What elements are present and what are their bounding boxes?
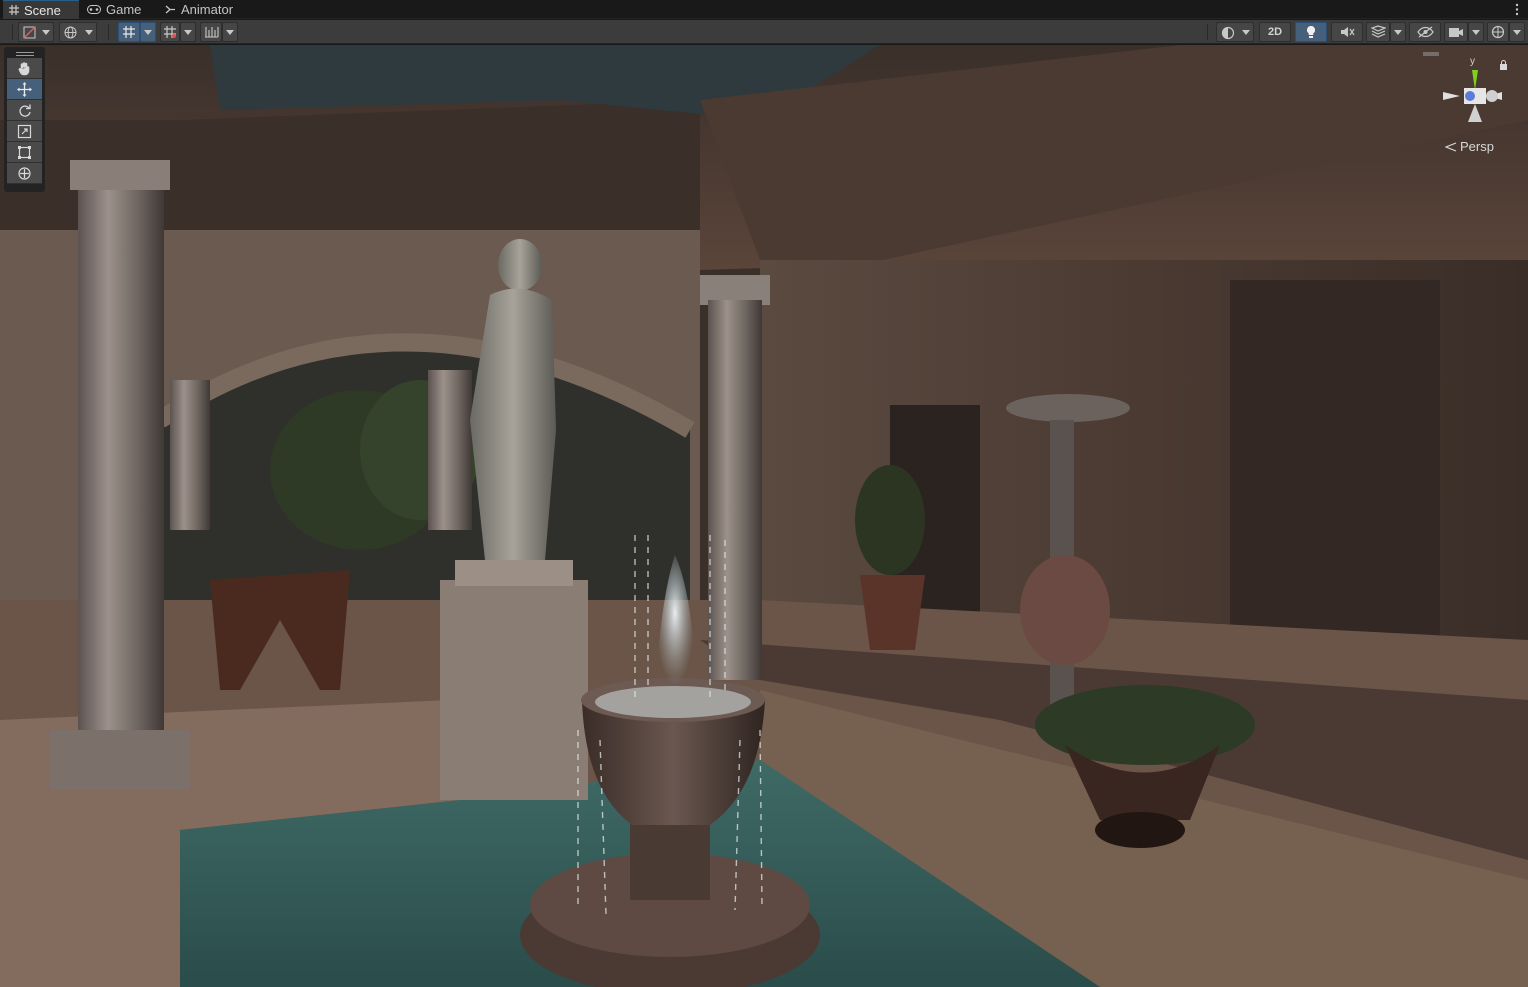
gizmo-y-label: y (1470, 56, 1475, 67)
transform-tool-icon (18, 166, 31, 180)
render-mode-dropdown[interactable] (1216, 22, 1254, 42)
visibility-icon (1416, 26, 1434, 38)
lighting-toggle[interactable] (1295, 22, 1327, 42)
scene-grid-icon (9, 5, 19, 15)
rect-tool-icon (18, 145, 31, 159)
kebab-menu-icon[interactable] (1512, 1, 1522, 18)
lighting-icon (1306, 25, 1316, 38)
audio-icon (1341, 27, 1355, 37)
tab-animator-label: Animator (181, 2, 234, 17)
tab-scene-label: Scene (24, 2, 61, 18)
toolbar-separator (108, 24, 109, 40)
orientation-gizmo-icon[interactable]: y (1430, 52, 1520, 152)
hand-tool-icon (18, 61, 30, 75)
camera-settings-button[interactable] (1444, 22, 1468, 42)
increment-snap-icon (164, 26, 176, 38)
2d-mode-toggle[interactable]: 2D (1259, 22, 1291, 42)
scene-toolbar: 2D (0, 20, 1528, 44)
snap-ruler-toggle[interactable] (200, 22, 222, 42)
scale-tool-icon (17, 124, 32, 138)
camera-settings-dropdown[interactable] (1468, 22, 1484, 42)
scene-render[interactable] (0, 45, 1528, 987)
perspective-icon (1445, 141, 1457, 152)
effects-toggle[interactable] (1366, 22, 1390, 42)
2d-mode-label: 2D (1267, 26, 1283, 38)
tool-palette (4, 47, 45, 192)
rotate-tool-icon (19, 104, 31, 117)
gamepad-icon (87, 5, 101, 14)
grid-snap-icon (123, 26, 135, 38)
tab-game[interactable]: Game (81, 0, 157, 19)
camera-icon (1449, 27, 1463, 37)
scene-viewport[interactable]: y Persp (0, 45, 1528, 987)
global-local-dropdown[interactable] (59, 22, 97, 42)
render-mode-icon (1221, 26, 1235, 40)
snap-ruler-dropdown[interactable] (222, 22, 238, 42)
shading-mode-icon (23, 26, 36, 39)
increment-snap-toggle[interactable] (160, 22, 180, 42)
increment-snap-dropdown[interactable] (180, 22, 196, 42)
transform-tool-button[interactable] (7, 163, 42, 184)
grid-snap-toggle[interactable] (118, 22, 140, 42)
move-tool-icon (17, 81, 32, 97)
tab-strip: Scene Game Animator (0, 0, 1528, 19)
animator-icon (165, 5, 175, 14)
effects-icon (1370, 25, 1386, 38)
effects-dropdown[interactable] (1390, 22, 1406, 42)
grid-snap-dropdown[interactable] (140, 22, 156, 42)
audio-toggle[interactable] (1331, 22, 1363, 42)
toolbar-separator (1207, 24, 1208, 40)
tool-settings-dropdown[interactable] (18, 22, 54, 42)
palette-grip[interactable] (7, 50, 42, 58)
rect-tool-button[interactable] (7, 142, 42, 163)
gizmos-dropdown[interactable] (1509, 22, 1525, 42)
projection-toggle[interactable]: Persp (1445, 139, 1494, 154)
projection-label: Persp (1460, 139, 1494, 154)
gizmos-toggle[interactable] (1487, 22, 1509, 42)
globe-icon (64, 26, 77, 39)
scale-tool-button[interactable] (7, 121, 42, 142)
tab-scene[interactable]: Scene (3, 0, 79, 19)
scene-visibility-toggle[interactable] (1409, 22, 1441, 42)
hand-tool-button[interactable] (7, 58, 42, 79)
rotate-tool-button[interactable] (7, 100, 42, 121)
toolbar-separator (12, 24, 13, 40)
move-tool-button[interactable] (7, 79, 42, 100)
tab-animator[interactable]: Animator (159, 0, 249, 19)
tab-game-label: Game (106, 2, 142, 17)
gizmos-icon (1491, 25, 1505, 39)
ruler-icon (204, 27, 219, 38)
